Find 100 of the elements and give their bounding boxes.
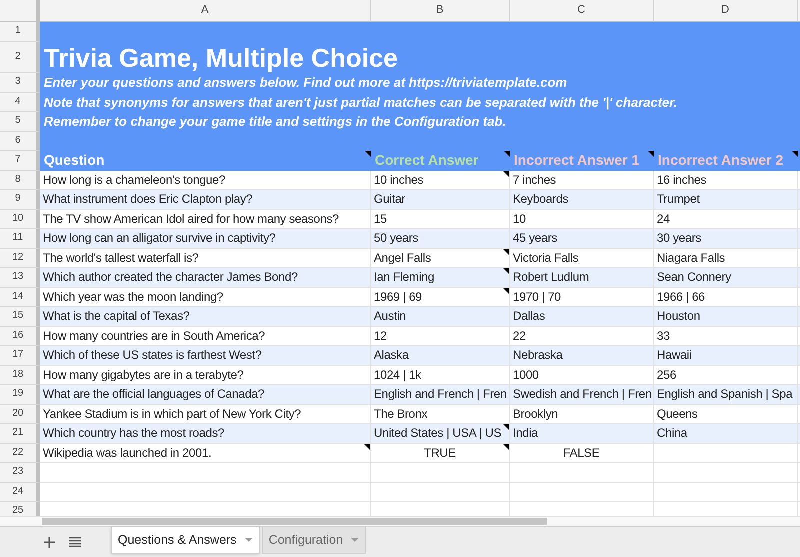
- row-number[interactable]: 19: [12, 389, 24, 399]
- table-cell-text: Alaska: [373, 347, 410, 364]
- row-number[interactable]: 5: [15, 116, 21, 126]
- instruction-text: Enter your questions and answers below. Find out more at https://triviatemplate.com: [44, 76, 568, 90]
- table-cell-text: 22: [512, 328, 527, 345]
- table-cell-text: Queens: [656, 406, 699, 423]
- table-cell-text: 10 inches: [373, 172, 425, 189]
- table-cell-text: 45 years: [512, 230, 558, 248]
- table-cell-text: Which year was the moon landing?: [42, 288, 224, 306]
- table-cell-text: Swedish and French | Fren: [512, 386, 653, 404]
- menu-icon[interactable]: [69, 537, 81, 547]
- table-cell-text: Wikipedia was launched in 2001.: [42, 444, 213, 462]
- table-cell-text: Keyboards: [512, 191, 570, 208]
- table-cell-text: 50 years: [373, 230, 420, 248]
- table-cell-text: English and French | Fren: [373, 386, 508, 404]
- row-number[interactable]: 24: [12, 486, 24, 496]
- column-header[interactable]: B: [436, 2, 444, 19]
- table-cell-text: Which of these US states is farthest West?: [42, 347, 263, 364]
- table-cell-text: Angel Falls: [373, 250, 432, 267]
- table-cell-text: 24: [656, 210, 671, 228]
- row-number[interactable]: 16: [12, 330, 24, 340]
- table-cell-text: Ian Fleming: [373, 269, 436, 286]
- table-cell-text: 12: [373, 328, 388, 345]
- row-number[interactable]: 13: [12, 272, 24, 282]
- instruction-text: Remember to change your game title and settings in the Configuration tab.: [44, 115, 506, 128]
- table-cell-text: 16 inches: [656, 172, 708, 189]
- table-cell-text: Brooklyn: [512, 406, 560, 423]
- table-cell-text: The TV show American Idol aired for how many seasons?: [42, 210, 340, 228]
- table-cell-text: FALSE: [562, 444, 601, 462]
- row-number[interactable]: 2: [15, 52, 21, 62]
- caret-icon: [351, 538, 360, 542]
- instruction-text: Note that synonyms for answers that aren't just partial matches can be separated with the '|' character.: [44, 96, 678, 109]
- column-header[interactable]: D: [722, 2, 730, 19]
- row-number[interactable]: 10: [12, 214, 24, 224]
- table-cell-text: 1024 | 1k: [373, 366, 422, 384]
- table-cell-text: 1969 | 69: [373, 288, 424, 306]
- table-cell-text: Yankee Stadium is in which part of New York City?: [42, 406, 302, 423]
- row-number[interactable]: 18: [12, 370, 24, 380]
- table-cell-text: India: [512, 425, 540, 442]
- table-cell-text: 1966 | 66: [656, 288, 706, 306]
- horizontal-scrollbar[interactable]: [42, 518, 547, 525]
- sheet-title: Trivia Game, Multiple Choice: [44, 44, 398, 70]
- table-cell-text: Sean Connery: [656, 269, 732, 286]
- caret-icon: [244, 538, 253, 542]
- row-number[interactable]: 21: [12, 428, 24, 438]
- table-cell-text: 7 inches: [512, 172, 558, 189]
- table-cell-text: How many countries are in South America?: [42, 328, 266, 345]
- table-cell-text: Austin: [373, 308, 408, 326]
- row-number[interactable]: 11: [12, 233, 24, 243]
- table-cell-text: The world's tallest waterfall is?: [42, 250, 200, 267]
- table-cell-text: TRUE: [423, 444, 457, 462]
- table-cell-text: Houston: [656, 308, 702, 326]
- table-cell-text: What instrument does Eric Clapton play?: [42, 191, 254, 208]
- row-number[interactable]: 6: [15, 136, 21, 146]
- row-number[interactable]: 4: [15, 96, 21, 106]
- column-heading: Question: [44, 151, 105, 170]
- table-cell-text: 30 years: [656, 230, 702, 248]
- row-number[interactable]: 14: [12, 292, 24, 302]
- add-sheet-icon[interactable]: [44, 536, 55, 548]
- table-cell-text: Niagara Falls: [656, 250, 726, 267]
- table-cell-text: Which author created the character James Bond?: [42, 269, 299, 286]
- table-cell-text: How many gigabytes are in a terabyte?: [42, 366, 245, 384]
- table-cell-text: How long is a chameleon's tongue?: [42, 172, 226, 189]
- table-cell-text: Nebraska: [512, 347, 564, 364]
- row-number[interactable]: 1: [15, 26, 21, 36]
- table-cell-text: Victoria Falls: [512, 250, 580, 267]
- table-cell-text: 33: [656, 328, 671, 345]
- row-number[interactable]: 23: [12, 467, 24, 477]
- table-cell-text: English and Spanish | Spa: [656, 386, 794, 404]
- row-number[interactable]: 20: [12, 408, 24, 418]
- table-cell-text: Trumpet: [656, 191, 701, 208]
- table-cell-text: Robert Ludlum: [512, 269, 590, 286]
- row-number[interactable]: 15: [12, 311, 24, 321]
- row-number[interactable]: 17: [12, 350, 24, 360]
- row-number[interactable]: 8: [15, 174, 21, 184]
- table-cell-text: Which country has the most roads?: [42, 425, 226, 442]
- sheet-tab[interactable]: Questions & Answers: [111, 527, 260, 554]
- column-header[interactable]: A: [201, 2, 209, 19]
- table-cell-text: China: [656, 425, 688, 442]
- table-cell-text: United States | USA | US: [373, 425, 502, 442]
- table-cell-text: Dallas: [512, 308, 546, 326]
- sheet-tab[interactable]: Configuration: [262, 527, 366, 554]
- table-cell-text: Guitar: [373, 191, 406, 208]
- row-number[interactable]: 12: [12, 252, 24, 262]
- table-cell-text: How long can an alligator survive in captivity?: [42, 230, 277, 248]
- table-cell-text: 15: [373, 210, 388, 228]
- column-heading: Incorrect Answer 2: [658, 151, 784, 170]
- table-cell-text: What are the official languages of Canada?: [42, 386, 266, 404]
- row-number[interactable]: 3: [15, 77, 21, 87]
- table-cell-text: What is the capital of Texas?: [42, 308, 191, 326]
- row-number[interactable]: 9: [15, 194, 21, 204]
- column-header[interactable]: C: [578, 2, 586, 19]
- row-number[interactable]: 7: [15, 155, 21, 165]
- table-cell-text: 1000: [512, 366, 540, 384]
- table-cell-text: 1970 | 70: [512, 288, 562, 306]
- column-heading: Incorrect Answer 1: [514, 151, 640, 170]
- table-cell-text: 256: [656, 366, 678, 384]
- table-cell-text: 10: [512, 210, 527, 228]
- table-cell-text: Hawaii: [656, 347, 693, 364]
- row-number[interactable]: 22: [12, 448, 24, 458]
